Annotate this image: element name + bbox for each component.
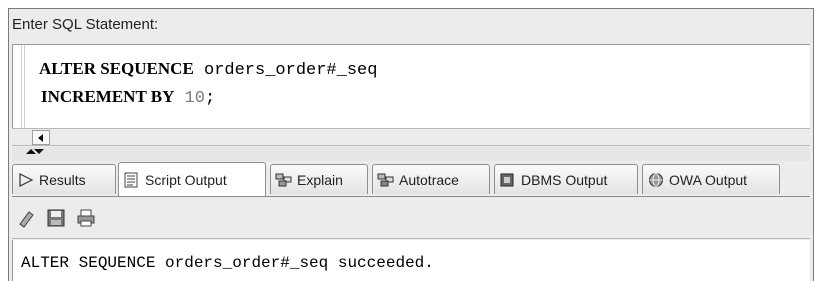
sql-statement-label: Enter SQL Statement: <box>12 16 159 33</box>
tab-script-output[interactable]: Script Output <box>118 162 266 196</box>
script-output-icon <box>124 172 138 187</box>
explain-plan-icon <box>275 173 292 186</box>
autotrace-icon <box>377 173 394 186</box>
statement-terminator: ; <box>204 89 216 108</box>
scroll-left-button[interactable] <box>32 130 50 145</box>
tab-label: Script Output <box>145 171 227 188</box>
print-icon[interactable] <box>76 208 96 228</box>
eraser-icon[interactable] <box>16 208 36 228</box>
tab-label: Results <box>39 171 86 188</box>
tab-label: Explain <box>297 171 343 188</box>
output-divider <box>12 238 810 239</box>
code-line-1: ALTER SEQUENCE orders_order#_seq <box>39 59 377 80</box>
tab-label: DBMS Output <box>521 171 608 188</box>
save-icon[interactable] <box>46 208 66 228</box>
code-line-2: INCREMENT BY 10; <box>41 87 215 108</box>
sql-editor[interactable]: ALTER SEQUENCE orders_order#_seq INCREME… <box>12 44 810 129</box>
output-message: ALTER SEQUENCE orders_order#_seq succeed… <box>21 254 434 272</box>
tab-dbms-output[interactable]: DBMS Output <box>494 164 638 194</box>
collapse-down-icon[interactable] <box>34 149 44 154</box>
tab-explain[interactable]: Explain <box>270 164 368 194</box>
tab-results[interactable]: Results <box>12 164 116 194</box>
editor-horizontal-scrollbar[interactable] <box>12 128 810 146</box>
tab-label: OWA Output <box>669 171 748 188</box>
play-triangle-icon <box>19 172 34 187</box>
tab-owa-output[interactable]: OWA Output <box>642 164 780 194</box>
dbms-output-icon <box>500 173 514 186</box>
tab-label: Autotrace <box>399 171 459 188</box>
pane-splitter[interactable] <box>12 147 810 161</box>
owa-output-icon <box>649 172 663 187</box>
script-output-pane[interactable]: ALTER SEQUENCE orders_order#_seq succeed… <box>12 240 810 281</box>
keyword-increment-by: INCREMENT BY <box>41 87 175 106</box>
editor-gutter <box>21 45 25 129</box>
output-tabs: Results Script Output Explain Autotrace <box>12 162 810 197</box>
increment-value: 10 <box>184 89 205 108</box>
tab-autotrace[interactable]: Autotrace <box>372 164 490 194</box>
sequence-name: orders_order#_seq <box>193 61 378 80</box>
keyword-alter-sequence: ALTER SEQUENCE <box>39 59 194 78</box>
output-toolbar <box>12 200 810 236</box>
